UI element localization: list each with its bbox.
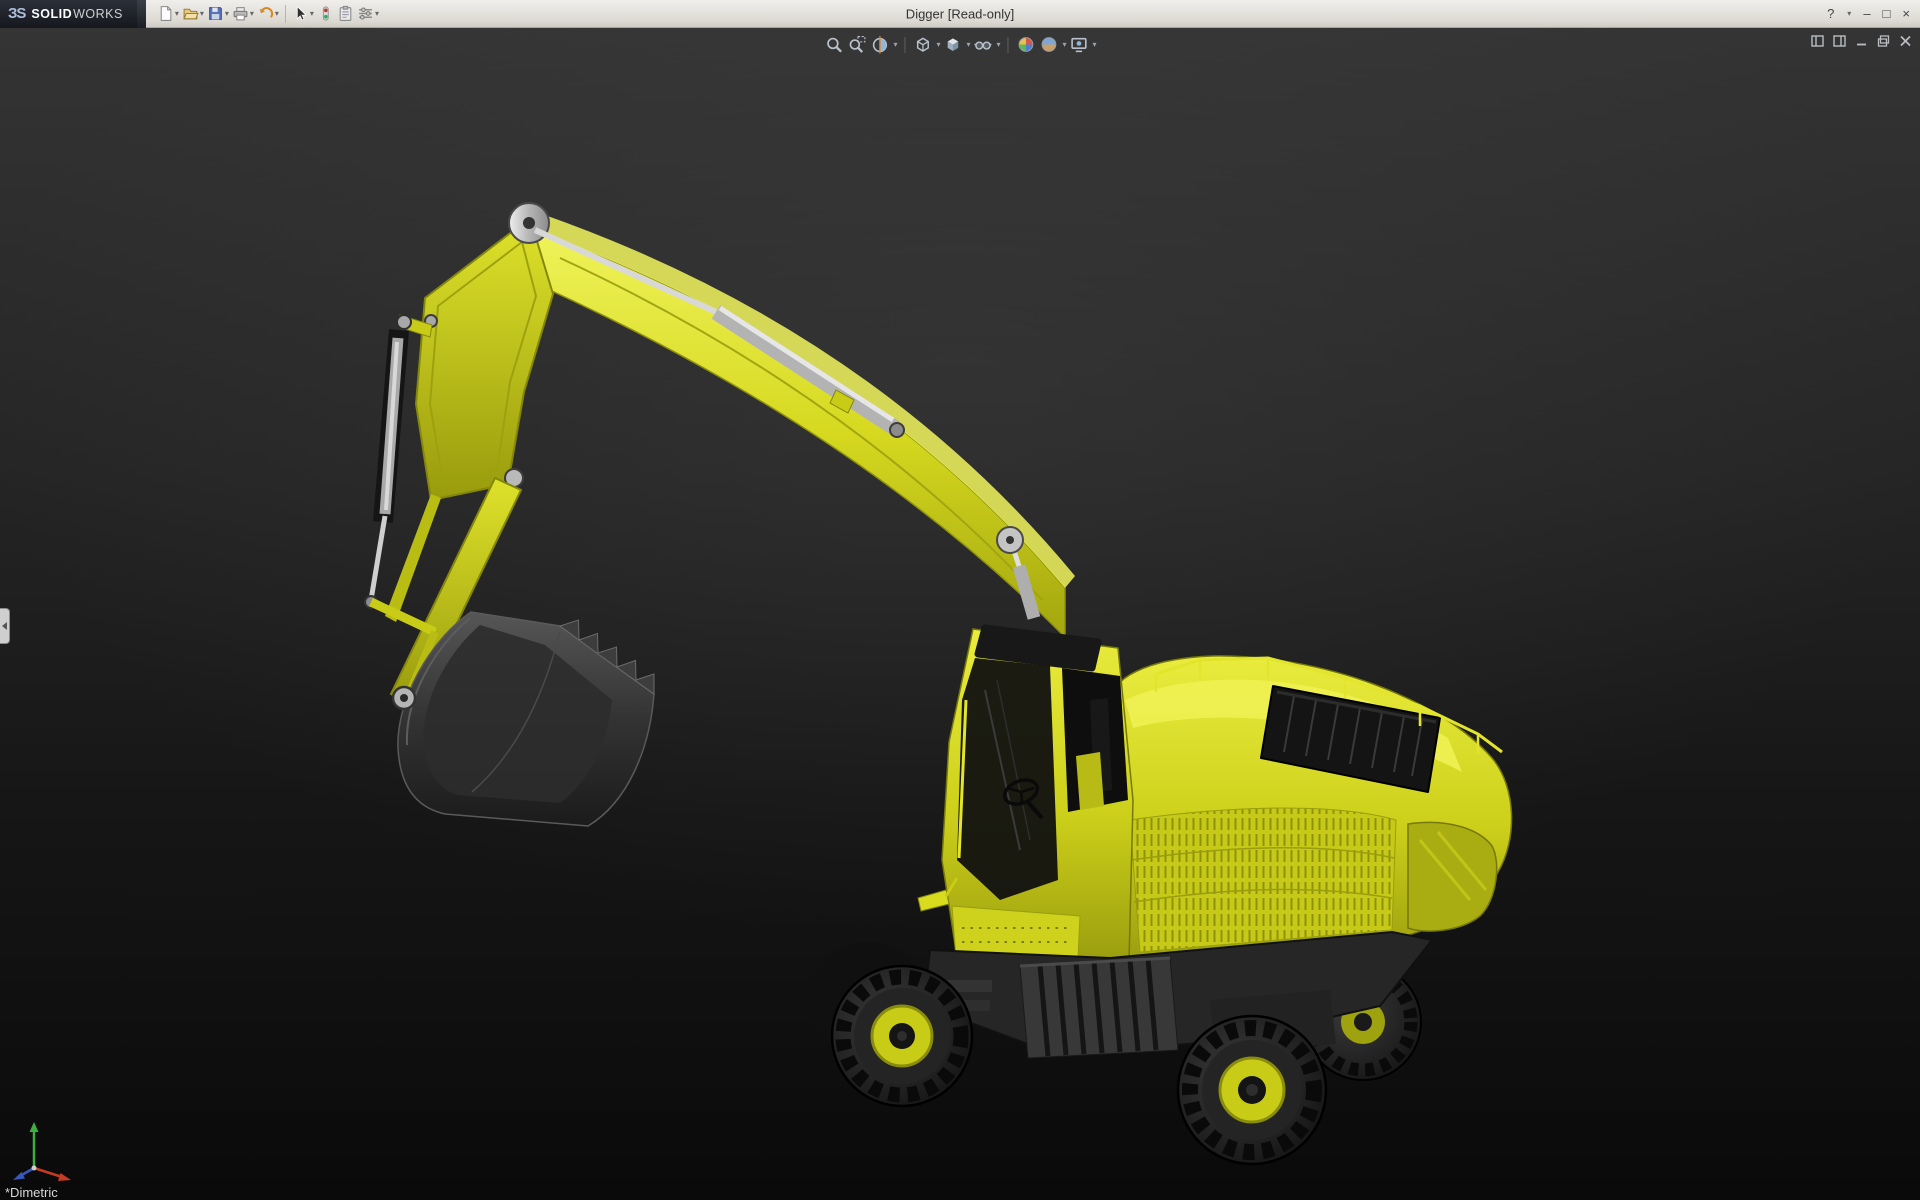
3ds-logo-icon: ЗS <box>8 5 26 22</box>
cab-side-window <box>1062 668 1128 812</box>
heads-up-view-toolbar: ▾ ▾ ▾ ▾ ▾ ▾ <box>823 34 1097 55</box>
front-wheel[interactable] <box>830 964 974 1108</box>
title-bar: ЗS SOLID WORKS ▾ ▾ ▾ ▾ ▾ ▾ ▾ Digger [Rea… <box>0 0 1920 28</box>
reference-triad <box>13 1122 71 1181</box>
zoom-to-area-button[interactable] <box>846 34 867 55</box>
apply-scene-caret[interactable]: ▾ <box>1063 40 1067 49</box>
logo-flyout-strip[interactable] <box>136 0 146 28</box>
save-button[interactable]: ▾ <box>206 2 230 26</box>
boom-beam <box>503 227 1066 639</box>
view-settings-caret[interactable]: ▾ <box>1093 40 1097 49</box>
maximize-button[interactable]: □ <box>1883 7 1891 20</box>
hud-separator-2 <box>1007 36 1009 53</box>
close-button[interactable]: × <box>1902 7 1910 20</box>
document-title: Digger [Read-only] <box>905 6 1015 21</box>
open-caret[interactable]: ▾ <box>200 9 204 18</box>
document-window-controls <box>1811 35 1912 50</box>
brand-name-bold: SOLID <box>31 6 73 21</box>
open-button[interactable]: ▾ <box>181 2 205 26</box>
rear-wheel[interactable] <box>1176 1014 1328 1166</box>
options-button[interactable]: ▾ <box>356 2 380 26</box>
zoom-to-fit-button[interactable] <box>823 34 844 55</box>
solidworks-logo: ЗS SOLID WORKS <box>0 0 137 28</box>
hud-separator <box>904 36 906 53</box>
graphics-viewport[interactable]: ▾ ▾ ▾ ▾ ▾ ▾ *Dimetric <box>0 28 1920 1200</box>
bucket-linkage <box>369 597 437 637</box>
minimize-button[interactable]: – <box>1863 7 1870 20</box>
view-orientation-label: *Dimetric <box>5 1185 58 1200</box>
select-button[interactable]: ▾ <box>291 2 315 26</box>
save-caret[interactable]: ▾ <box>225 9 229 18</box>
cab-windshield <box>957 658 1058 900</box>
help-button[interactable]: ? <box>1827 7 1834 20</box>
solidworks-window: ЗS SOLID WORKS ▾ ▾ ▾ ▾ ▾ ▾ ▾ Digger [Rea… <box>0 0 1920 1200</box>
titlebar-controls: ? ▾ – □ × <box>1827 7 1920 20</box>
display-style-caret[interactable]: ▾ <box>966 40 970 49</box>
view-orientation-caret[interactable]: ▾ <box>936 40 940 49</box>
apply-scene-button[interactable] <box>1039 34 1060 55</box>
display-style-button[interactable] <box>942 34 963 55</box>
triad-x-axis <box>58 1173 71 1181</box>
digger-boom[interactable] <box>414 202 1075 639</box>
doc-restore-button[interactable] <box>1877 35 1890 50</box>
print-caret[interactable]: ▾ <box>250 9 254 18</box>
digger-body[interactable] <box>1109 655 1513 965</box>
print-button[interactable]: ▾ <box>231 2 255 26</box>
model-digger[interactable] <box>0 28 1920 1200</box>
help-caret[interactable]: ▾ <box>1847 9 1851 18</box>
side-vent-grille <box>1129 807 1397 953</box>
section-view-caret[interactable]: ▾ <box>893 40 897 49</box>
clipboard-button[interactable] <box>336 2 355 26</box>
undo-caret[interactable]: ▾ <box>275 9 279 18</box>
flyout-arrow-icon <box>2 622 7 630</box>
triad-y-axis <box>29 1122 39 1132</box>
toolbar-separator <box>284 4 286 23</box>
undo-button[interactable]: ▾ <box>256 2 280 26</box>
doc-minimize-button[interactable] <box>1855 35 1868 50</box>
main-toolbar: ▾ ▾ ▾ ▾ ▾ ▾ ▾ <box>146 2 380 26</box>
options-caret[interactable]: ▾ <box>375 9 379 18</box>
doc-close-button[interactable] <box>1899 35 1912 50</box>
hide-show-items-caret[interactable]: ▾ <box>997 40 1001 49</box>
bucket[interactable] <box>397 611 655 827</box>
new-document-caret[interactable]: ▾ <box>175 9 179 18</box>
section-view-button[interactable] <box>869 34 890 55</box>
new-document-button[interactable]: ▾ <box>156 2 180 26</box>
restore-right-pane-button[interactable] <box>1833 35 1846 50</box>
feature-manager-flyout-tab[interactable] <box>0 608 10 644</box>
view-orientation-button[interactable] <box>912 34 933 55</box>
hide-show-items-button[interactable] <box>973 34 994 55</box>
boom-head-plate <box>414 216 555 502</box>
chassis-slats <box>1019 956 1179 1059</box>
select-caret[interactable]: ▾ <box>310 9 314 18</box>
edit-appearance-button[interactable] <box>1016 34 1037 55</box>
xpress-tools-button[interactable] <box>316 2 335 26</box>
digger-cab[interactable] <box>917 624 1134 965</box>
brand-name-light: WORKS <box>73 6 123 21</box>
view-settings-button[interactable] <box>1069 34 1090 55</box>
restore-left-pane-button[interactable] <box>1811 35 1824 50</box>
